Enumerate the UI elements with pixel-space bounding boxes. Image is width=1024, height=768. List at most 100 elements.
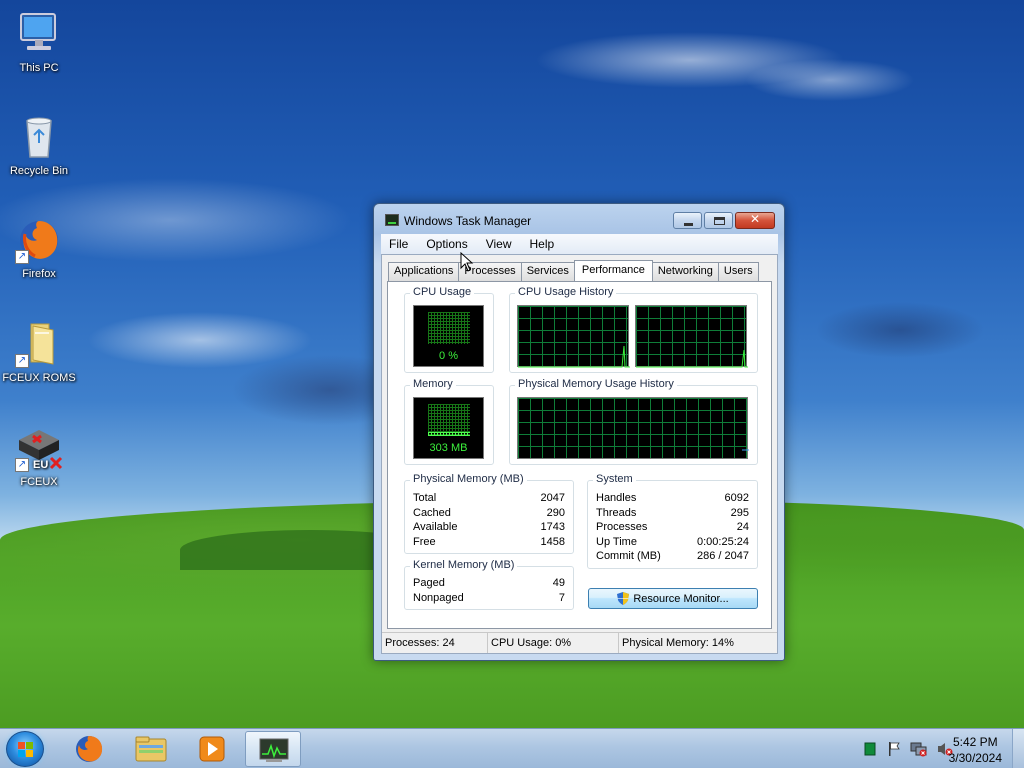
taskbar: 5:42 PM 3/30/2024 (0, 728, 1024, 768)
folder-icon: ↗ (15, 320, 63, 368)
desktop-icon-this-pc[interactable]: This PC (0, 10, 78, 74)
tab-users[interactable]: Users (717, 262, 759, 281)
windows-logo-icon (18, 742, 34, 758)
svg-text:EU: EU (33, 459, 48, 471)
task-manager-icon (259, 738, 289, 762)
stat-row: Available 1743 (413, 521, 565, 535)
stat-value: 290 (546, 507, 565, 519)
stat-label: Total (413, 492, 437, 504)
window-titlebar[interactable]: Windows Task Manager ✕ (374, 204, 784, 234)
stat-row: Paged 49 (413, 577, 565, 591)
resource-monitor-button[interactable]: Resource Monitor... (588, 588, 758, 609)
maximize-button[interactable] (704, 212, 733, 229)
window-client-area: Applications Processes Services Performa… (381, 254, 778, 654)
stat-label: Up Time (596, 536, 637, 548)
fceux-icon: EU ↗ (15, 424, 63, 472)
stat-label: Threads (596, 507, 637, 519)
stat-label: Commit (MB) (596, 550, 661, 562)
close-button[interactable]: ✕ (735, 212, 775, 229)
system-tray: 5:42 PM 3/30/2024 (824, 729, 1024, 768)
stat-row: Free 1458 (413, 536, 565, 550)
stat-value: 1458 (540, 536, 565, 548)
physical-memory-title: Physical Memory (MB) (410, 473, 527, 485)
stat-label: Paged (413, 577, 445, 589)
desktop-icon-recycle-bin[interactable]: Recycle Bin (0, 113, 78, 177)
menu-help[interactable]: Help (530, 237, 555, 251)
media-player-icon (199, 736, 225, 762)
taskbar-task-manager-button[interactable] (245, 731, 301, 767)
stat-value: 1743 (540, 521, 565, 533)
taskbar-clock[interactable]: 5:42 PM 3/30/2024 (949, 734, 1002, 766)
network-status-icon[interactable] (862, 741, 878, 757)
desktop-icon-firefox[interactable]: ↗ Firefox (0, 216, 78, 280)
tab-applications[interactable]: Applications (388, 262, 460, 281)
status-physical-memory: Physical Memory: 14% (622, 637, 734, 649)
maximize-icon (714, 217, 725, 225)
stat-label: Free (413, 536, 436, 548)
kernel-memory-group: Kernel Memory (MB) Paged 49 Nonpaged 7 (404, 559, 574, 610)
tab-strip: Applications Processes Services Performa… (388, 260, 759, 281)
memory-history-graph (517, 397, 749, 459)
stat-row: Processes 24 (596, 521, 749, 535)
taskbar-firefox-button[interactable] (61, 731, 117, 767)
clock-date: 3/30/2024 (948, 751, 1002, 765)
desktop-icon-label: FCEUX (20, 476, 58, 488)
desktop-icon-label: Recycle Bin (9, 165, 69, 177)
show-desktop-button[interactable] (1012, 729, 1024, 768)
status-processes: Processes: 24 (382, 633, 488, 653)
stat-label: Processes (596, 521, 648, 533)
minimize-button[interactable] (673, 212, 702, 229)
recycle-bin-icon (15, 113, 63, 161)
desktop-icon-label: This PC (19, 62, 59, 74)
stat-label: Handles (596, 492, 637, 504)
task-manager-window[interactable]: Windows Task Manager ✕ File Options View… (373, 203, 785, 661)
memory-history-line (742, 449, 749, 451)
stat-value: 2047 (540, 492, 565, 504)
resource-monitor-label: Resource Monitor... (633, 592, 729, 605)
menu-view[interactable]: View (486, 237, 512, 251)
stat-row: Total 2047 (413, 492, 565, 506)
desktop-icon-fceux-roms[interactable]: ↗ FCEUX ROMS (0, 320, 78, 384)
tab-performance[interactable]: Performance (573, 260, 653, 281)
memory-group: Memory 303 MB (404, 378, 494, 465)
menu-options[interactable]: Options (426, 237, 467, 251)
explorer-icon (135, 736, 167, 762)
shortcut-arrow-icon: ↗ (15, 250, 29, 264)
memory-history-group: Physical Memory Usage History (509, 378, 758, 465)
desktop-icon-fceux[interactable]: EU ↗ FCEUX (0, 424, 78, 488)
stat-value: 24 (736, 521, 749, 533)
stat-row: Commit (MB) 286 / 2047 (596, 550, 749, 564)
cpu-usage-group: CPU Usage 0 % (404, 286, 494, 373)
shortcut-arrow-icon: ↗ (15, 458, 29, 472)
stat-row: Cached 290 (413, 507, 565, 521)
cpu-history-line-core-2 (636, 349, 748, 368)
taskbar-explorer-button[interactable] (123, 731, 179, 767)
tab-networking[interactable]: Networking (651, 262, 719, 281)
firefox-icon (76, 736, 103, 762)
menu-bar: File Options View Help (381, 234, 778, 254)
stat-row: Up Time 0:00:25:24 (596, 536, 749, 550)
system-group: System Handles 6092 Threads 295 Processe… (587, 473, 758, 569)
performance-panel: CPU Usage 0 % CPU Usage History Memory 3… (387, 281, 772, 629)
stat-label: Available (413, 521, 458, 533)
taskbar-media-player-button[interactable] (184, 731, 240, 767)
status-cpu-usage: CPU Usage: 0% (488, 633, 619, 653)
memory-history-title: Physical Memory Usage History (515, 378, 677, 390)
action-center-flag-icon[interactable] (886, 741, 902, 757)
cpu-history-graph-core-1 (517, 305, 630, 368)
stat-value: 286 / 2047 (697, 550, 749, 562)
start-button[interactable] (6, 731, 44, 767)
clock-time: 5:42 PM (952, 735, 998, 749)
minimize-icon (684, 223, 693, 226)
memory-value: 303 MB (429, 442, 468, 454)
cpu-usage-value: 0 % (439, 350, 458, 362)
task-manager-icon (385, 214, 399, 226)
network-icon[interactable] (910, 741, 928, 757)
window-title: Windows Task Manager (404, 214, 532, 228)
desktop-icon-label: FCEUX ROMS (2, 372, 76, 384)
tab-services[interactable]: Services (520, 262, 575, 281)
menu-file[interactable]: File (389, 237, 408, 251)
mouse-cursor-icon (460, 252, 474, 272)
this-pc-icon (15, 10, 63, 58)
stat-label: Cached (413, 507, 451, 519)
